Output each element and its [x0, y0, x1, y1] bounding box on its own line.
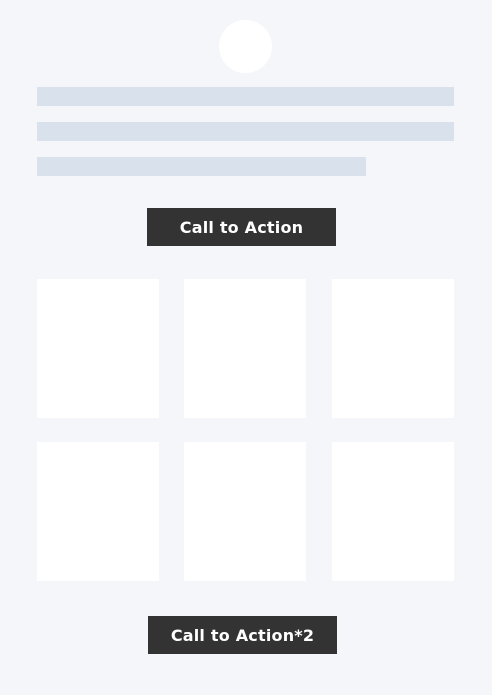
- text-placeholder-line-1: [37, 87, 454, 106]
- card-placeholder-3: [332, 279, 454, 418]
- text-placeholder-line-2: [37, 122, 454, 141]
- card-placeholder-4: [37, 442, 159, 581]
- call-to-action-2-button[interactable]: Call to Action*2: [148, 616, 337, 654]
- text-placeholder-line-3: [37, 157, 366, 176]
- card-placeholder-2: [184, 279, 306, 418]
- call-to-action-button[interactable]: Call to Action: [147, 208, 336, 246]
- card-placeholder-1: [37, 279, 159, 418]
- avatar-placeholder: [219, 20, 272, 73]
- card-placeholder-6: [332, 442, 454, 581]
- card-placeholder-5: [184, 442, 306, 581]
